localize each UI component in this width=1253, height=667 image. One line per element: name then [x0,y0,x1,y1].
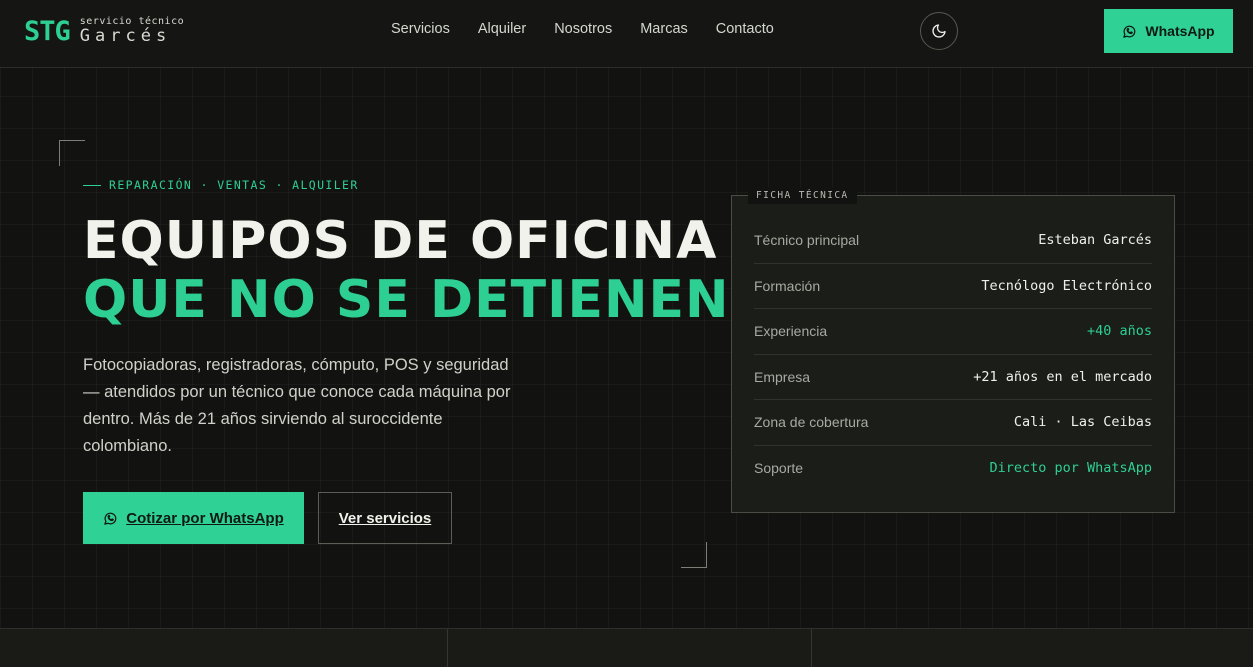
quote-whatsapp-label: Cotizar por WhatsApp [126,509,284,527]
strip-divider [447,629,448,667]
logo-text: servicio técnico Garcés [80,17,184,45]
view-services-button[interactable]: Ver servicios [318,492,452,544]
hero-title-line1: EQUIPOS DE OFICINA [83,211,718,271]
hero-eyebrow: REPARACIÓN · VENTAS · ALQUILER [83,178,359,192]
brand-logo[interactable]: STG servicio técnico Garcés [24,16,184,46]
row-value: +40 años [1086,323,1152,340]
row-value: Esteban Garcés [1038,232,1152,249]
whatsapp-icon [104,512,117,525]
nav-link-nosotros[interactable]: Nosotros [554,20,612,38]
row-value: Tecnólogo Electrónico [981,277,1152,294]
eyebrow-text: REPARACIÓN · VENTAS · ALQUILER [109,178,359,192]
tech-row-company: Empresa +21 años en el mercado [754,355,1152,400]
tech-sheet-tag: FICHA TÉCNICA [748,188,857,204]
row-label: Soporte [754,460,804,477]
nav-link-alquiler[interactable]: Alquiler [478,20,526,38]
tech-sheet-rows: Técnico principal Esteban Garcés Formaci… [754,218,1152,491]
whatsapp-header-label: WhatsApp [1145,23,1215,39]
tech-row-training: Formación Tecnólogo Electrónico [754,264,1152,309]
tech-row-experience: Experiencia +40 años [754,309,1152,355]
tech-row-support: Soporte Directo por WhatsApp [754,446,1152,492]
bottom-stats-strip [0,628,1253,667]
theme-toggle-button[interactable] [920,12,958,50]
hero-title-line2: QUE NO SE DETIENEN [83,270,730,330]
corner-bracket-bottom-right [681,542,707,568]
quote-whatsapp-button[interactable]: Cotizar por WhatsApp [83,492,304,544]
row-label: Empresa [754,368,811,385]
row-value: Cali · Las Ceibas [1013,414,1152,431]
eyebrow-line [83,184,101,186]
tech-row-coverage: Zona de cobertura Cali · Las Ceibas [754,400,1152,446]
row-label: Técnico principal [754,232,860,249]
whatsapp-icon [1123,25,1136,38]
hero-lead: Fotocopiadoras, registradoras, cómputo, … [83,356,511,455]
strip-divider [811,629,812,667]
nav-link-marcas[interactable]: Marcas [640,20,688,38]
nav-link-servicios[interactable]: Servicios [391,20,450,38]
site-header: STG servicio técnico Garcés Servicios Al… [0,0,1253,68]
moon-icon [932,24,946,38]
view-services-label: Ver servicios [338,509,432,527]
tech-sheet-card: FICHA TÉCNICA Técnico principal Esteban … [731,188,1175,513]
row-value: +21 años en el mercado [973,368,1152,385]
nav-link-contacto[interactable]: Contacto [716,20,774,38]
whatsapp-header-button[interactable]: WhatsApp [1104,9,1233,53]
main-nav: Servicios Alquiler Nosotros Marcas Conta… [391,20,774,38]
logo-mark: STG [24,15,71,47]
row-label: Zona de cobertura [754,414,869,431]
corner-bracket-top-left [59,140,85,166]
row-label: Formación [754,277,821,294]
row-value: Directo por WhatsApp [989,460,1152,477]
row-label: Experiencia [754,323,828,340]
tech-row-technician: Técnico principal Esteban Garcés [754,218,1152,264]
logo-name: Garcés [79,26,172,46]
